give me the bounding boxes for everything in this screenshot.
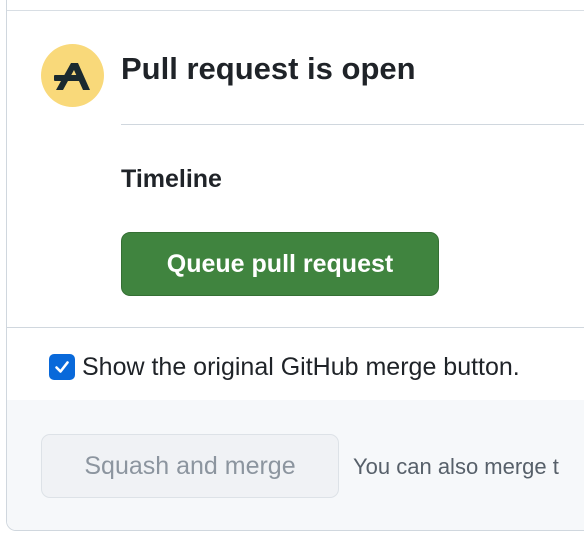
squash-and-merge-button[interactable]: Squash and merge [41,434,339,498]
timeline-heading: Timeline [121,165,222,193]
show-merge-button-option[interactable]: Show the original GitHub merge button. [49,352,520,382]
merge-panel: Pull request is open Timeline Queue pull… [6,0,584,531]
mergify-logo-icon [41,44,104,107]
show-merge-button-checkbox[interactable] [49,354,75,380]
merge-hint-text: You can also merge t [353,454,559,479]
show-merge-button-label: Show the original GitHub merge button. [82,353,520,381]
panel-top-divider [7,10,584,11]
title-divider [121,124,584,125]
page-title: Pull request is open [121,51,416,86]
checkmark-icon [55,361,69,373]
section-divider [7,327,584,328]
queue-pull-request-button[interactable]: Queue pull request [121,232,439,296]
merge-footer: Squash and merge You can also merge t [7,400,584,530]
